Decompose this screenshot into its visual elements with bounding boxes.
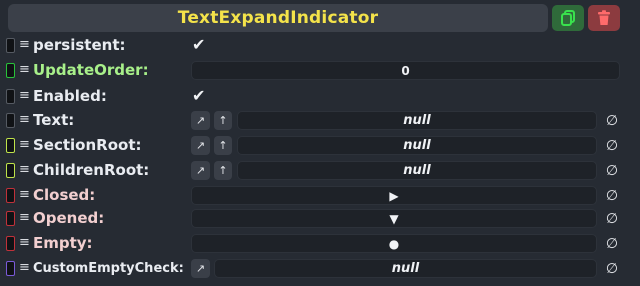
clear-reference-icon[interactable]: ∅ xyxy=(602,161,622,180)
play-icon: ▶ xyxy=(389,188,399,203)
field-label: ChildrenRoot: xyxy=(33,161,150,179)
duplicate-button[interactable] xyxy=(552,5,584,31)
empty-action-field[interactable]: ● xyxy=(191,234,597,253)
field-row-update-order: ≡ UpdateOrder: 0 xyxy=(0,60,640,82)
field-row-enabled: ≡ Enabled: ✔ xyxy=(0,86,640,108)
field-label: Empty: xyxy=(33,234,93,252)
opened-action-field[interactable]: ▼ xyxy=(191,209,597,228)
drag-handle-icon[interactable]: ≡ xyxy=(19,260,30,275)
type-chip xyxy=(6,211,15,226)
clear-reference-icon[interactable]: ∅ xyxy=(602,111,622,130)
clear-reference-icon[interactable]: ∅ xyxy=(602,136,622,155)
select-parent-button[interactable]: ↑ xyxy=(214,136,232,155)
update-order-input[interactable]: 0 xyxy=(191,61,620,80)
circle-icon: ● xyxy=(388,236,400,251)
jump-to-reference-button[interactable]: ↗ xyxy=(191,111,210,130)
drag-handle-icon[interactable]: ≡ xyxy=(19,235,30,250)
type-chip xyxy=(6,236,15,251)
type-chip xyxy=(6,188,15,203)
type-chip xyxy=(6,63,15,78)
field-label: SectionRoot: xyxy=(33,136,142,154)
select-parent-button[interactable]: ↑ xyxy=(214,161,232,180)
drag-handle-icon[interactable]: ≡ xyxy=(19,37,30,52)
field-row-text: ≡ Text: ↗ ↑ null ∅ xyxy=(0,110,640,132)
field-label: Text: xyxy=(33,111,75,129)
clear-reference-icon[interactable]: ∅ xyxy=(602,186,622,205)
persistent-checkbox[interactable]: ✔ xyxy=(192,35,205,54)
delete-button[interactable] xyxy=(588,5,620,31)
drag-handle-icon[interactable]: ≡ xyxy=(19,187,30,202)
triangle-down-icon: ▼ xyxy=(389,211,399,226)
component-title: TextExpandIndicator xyxy=(8,4,548,32)
drag-handle-icon[interactable]: ≡ xyxy=(19,62,30,77)
closed-action-field[interactable]: ▶ xyxy=(191,186,597,205)
field-label: persistent: xyxy=(33,36,126,54)
field-row-empty: ≡ Empty: ● ∅ xyxy=(0,233,640,255)
field-row-opened: ≡ Opened: ▼ ∅ xyxy=(0,208,640,230)
field-row-custom-empty-check: ≡ CustomEmptyCheck: ↗ null ∅ xyxy=(0,258,640,280)
field-label: CustomEmptyCheck: xyxy=(33,261,184,276)
enabled-checkbox[interactable]: ✔ xyxy=(192,86,205,105)
text-reference-field[interactable]: null xyxy=(237,111,597,130)
field-label: Closed: xyxy=(33,186,96,204)
children-root-reference-field[interactable]: null xyxy=(237,161,597,180)
type-chip xyxy=(6,89,15,104)
drag-handle-icon[interactable]: ≡ xyxy=(19,88,30,103)
section-root-reference-field[interactable]: null xyxy=(237,136,597,155)
jump-to-reference-button[interactable]: ↗ xyxy=(191,161,210,180)
drag-handle-icon[interactable]: ≡ xyxy=(19,162,30,177)
type-chip xyxy=(6,138,15,153)
type-chip xyxy=(6,113,15,128)
type-chip xyxy=(6,261,15,276)
component-inspector-panel: TextExpandIndicator ≡ persistent: ✔ ≡ Up… xyxy=(0,0,640,286)
trash-icon xyxy=(598,10,610,25)
clear-reference-icon[interactable]: ∅ xyxy=(602,209,622,228)
drag-handle-icon[interactable]: ≡ xyxy=(19,112,30,127)
select-parent-button[interactable]: ↑ xyxy=(214,111,232,130)
clear-reference-icon[interactable]: ∅ xyxy=(602,234,622,253)
custom-empty-check-reference-field[interactable]: null xyxy=(214,259,597,278)
field-row-persistent: ≡ persistent: ✔ xyxy=(0,35,640,57)
field-row-children-root: ≡ ChildrenRoot: ↗ ↑ null ∅ xyxy=(0,160,640,182)
jump-to-reference-button[interactable]: ↗ xyxy=(191,259,210,278)
drag-handle-icon[interactable]: ≡ xyxy=(19,137,30,152)
jump-to-reference-button[interactable]: ↗ xyxy=(191,136,210,155)
field-row-closed: ≡ Closed: ▶ ∅ xyxy=(0,185,640,207)
type-chip xyxy=(6,38,15,53)
clear-reference-icon[interactable]: ∅ xyxy=(602,259,622,278)
field-label: Enabled: xyxy=(33,87,107,105)
field-label: Opened: xyxy=(33,209,105,227)
component-header: TextExpandIndicator xyxy=(4,4,636,32)
duplicate-icon xyxy=(561,10,575,26)
type-chip xyxy=(6,163,15,178)
drag-handle-icon[interactable]: ≡ xyxy=(19,210,30,225)
field-label: UpdateOrder: xyxy=(33,61,149,79)
field-row-section-root: ≡ SectionRoot: ↗ ↑ null ∅ xyxy=(0,135,640,157)
